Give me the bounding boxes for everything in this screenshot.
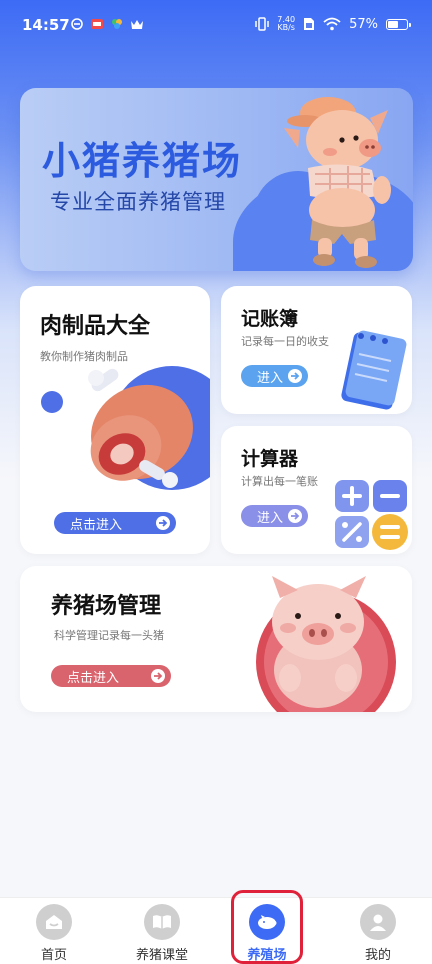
home-icon (36, 904, 72, 940)
notification-icons (70, 17, 144, 31)
crown-icon (131, 20, 143, 29)
nav-label: 养猪课堂 (135, 948, 188, 963)
color-app-icon (112, 19, 122, 29)
user-icon (360, 904, 396, 940)
nav-item-home[interactable]: 首页 (9, 904, 99, 963)
nav-label: 我的 (364, 948, 391, 963)
card-title: 肉制品大全 (40, 314, 151, 339)
card-desc: 记录每一日的收支 (241, 335, 329, 348)
status-bar: 14:57 7.40 KB/s 57% (0, 0, 432, 50)
ham-illustration (41, 366, 210, 490)
arrow-right-icon (151, 669, 165, 683)
nav-item-pig-class[interactable]: 养猪课堂 (117, 904, 207, 963)
app-notification-icon (91, 19, 103, 29)
card-desc: 计算出每一笔账 (241, 475, 318, 488)
card-title: 计算器 (241, 448, 299, 470)
sync-icon (71, 18, 83, 30)
battery-icon (386, 18, 411, 30)
card-title: 养猪场管理 (51, 594, 162, 619)
button-label: 点击进入 (67, 670, 120, 686)
farm-enter-button[interactable]: 点击进入 (51, 665, 171, 687)
nav-item-mine[interactable]: 我的 (333, 904, 423, 963)
vibrate-icon (255, 17, 270, 31)
arrow-right-icon (288, 509, 302, 523)
status-right: 7.40 KB/s 57% (255, 16, 411, 32)
book-icon (144, 904, 180, 940)
sim-icon (304, 18, 315, 30)
meat-products-card[interactable]: 肉制品大全 教你制作猪肉制品 点击进入 (20, 286, 210, 554)
pig-illustration (256, 576, 396, 712)
battery-fill (388, 20, 398, 28)
active-tab-highlight (231, 890, 303, 964)
arrow-right-icon (156, 516, 170, 530)
bottom-nav: 首页 养猪课堂 养殖场 我的 (0, 897, 432, 964)
battery-percent: 57% (349, 16, 378, 32)
pig-mascot-illustration (284, 97, 391, 268)
nav-label: 首页 (40, 948, 67, 963)
card-title: 记账簿 (241, 308, 299, 330)
status-time: 14:57 (22, 16, 70, 34)
card-desc: 科学管理记录每一头猪 (54, 629, 164, 642)
farm-management-card[interactable]: 养猪场管理 科学管理记录每一头猪 点击进入 (20, 566, 412, 712)
button-label: 进入 (257, 370, 284, 386)
account-enter-button[interactable]: 进入 (241, 365, 308, 387)
calculator-enter-button[interactable]: 进入 (241, 505, 308, 527)
banner-title: 小猪养猪场 (42, 139, 243, 183)
account-book-card[interactable]: 记账簿 记录每一日的收支 进入 (221, 286, 412, 414)
arrow-right-icon (288, 369, 302, 383)
net-speed: 7.40 KB/s (277, 16, 295, 32)
banner-subtitle: 专业全面养猪管理 (50, 190, 226, 214)
button-label: 进入 (257, 510, 284, 526)
meat-enter-button[interactable]: 点击进入 (54, 512, 176, 534)
wifi-icon (323, 17, 341, 31)
calculator-illustration (335, 480, 408, 550)
net-speed-unit: KB/s (277, 23, 295, 32)
banner[interactable]: 小猪养猪场 专业全面养猪管理 (20, 88, 413, 271)
notebook-illustration (341, 330, 407, 410)
button-label: 点击进入 (70, 517, 123, 533)
calculator-card[interactable]: 计算器 计算出每一笔账 进入 (221, 426, 412, 554)
